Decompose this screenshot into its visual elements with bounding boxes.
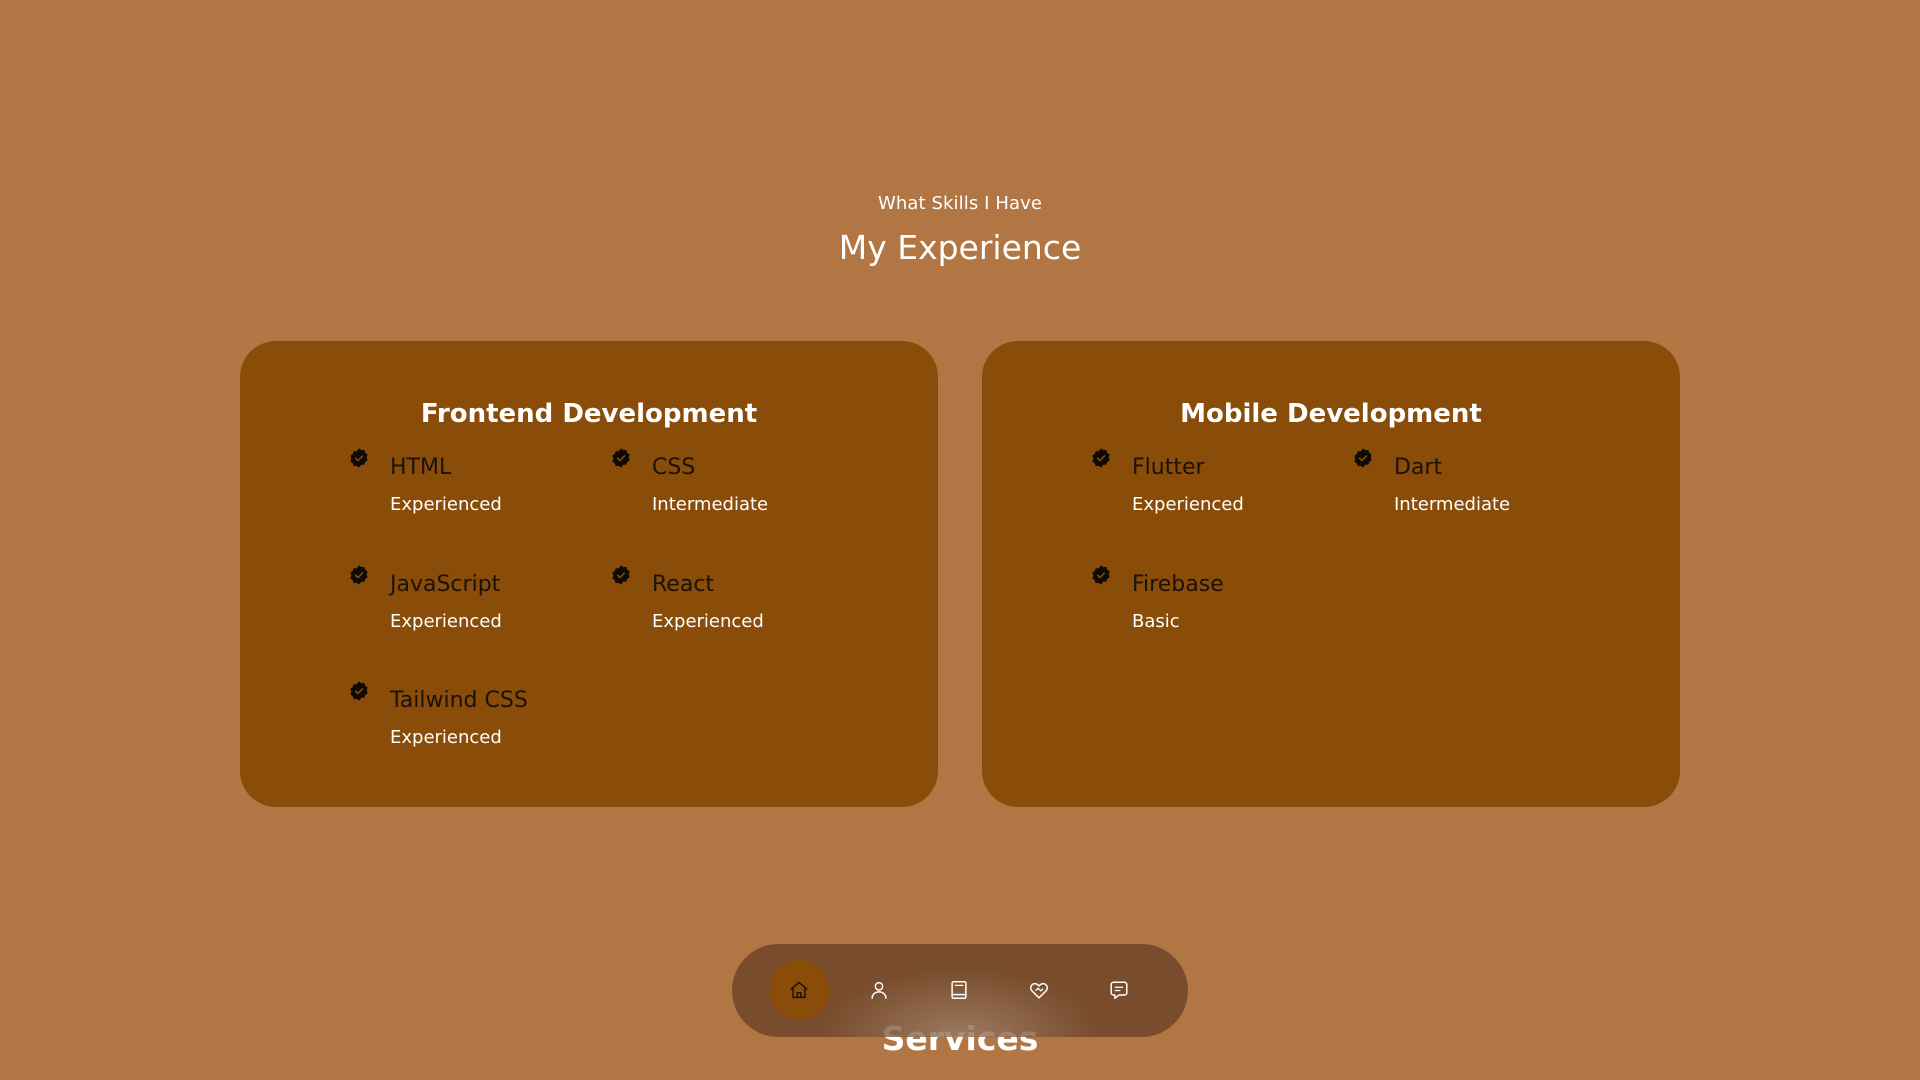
skill-item: CSS Intermediate bbox=[610, 447, 850, 517]
skill-level: Intermediate bbox=[652, 494, 769, 515]
user-icon bbox=[871, 981, 887, 999]
skill-name: Dart bbox=[1394, 455, 1443, 480]
verified-badge-icon bbox=[350, 448, 368, 468]
nav-experience-button[interactable] bbox=[929, 960, 989, 1020]
section-title: My Experience bbox=[838, 228, 1082, 267]
home-icon bbox=[790, 981, 808, 999]
skill-name: JavaScript bbox=[390, 572, 501, 597]
skill-item: Dart Intermediate bbox=[1352, 447, 1592, 517]
skill-level: Experienced bbox=[390, 611, 502, 632]
bottom-nav bbox=[732, 944, 1188, 1037]
nav-services-button[interactable] bbox=[1009, 960, 1069, 1020]
skill-level: Experienced bbox=[390, 494, 502, 515]
nav-about-button[interactable] bbox=[849, 960, 909, 1020]
handshake-icon bbox=[1030, 982, 1048, 999]
message-icon bbox=[1110, 981, 1128, 999]
skill-name: React bbox=[652, 572, 715, 597]
verified-badge-icon bbox=[612, 448, 630, 468]
nav-contact-button[interactable] bbox=[1089, 960, 1149, 1020]
nav-home-button[interactable] bbox=[769, 960, 829, 1020]
skill-item: Firebase Basic bbox=[1090, 564, 1330, 634]
card-title: Frontend Development bbox=[420, 399, 758, 429]
skill-item: Flutter Experienced bbox=[1090, 447, 1330, 517]
section-eyebrow: What Skills I Have bbox=[877, 193, 1043, 214]
verified-badge-icon bbox=[1092, 565, 1110, 585]
skill-level: Experienced bbox=[390, 727, 502, 748]
skill-level: Basic bbox=[1132, 611, 1180, 632]
mobile-card: Mobile Development Flutter Experienced D… bbox=[982, 341, 1680, 807]
skill-item: JavaScript Experienced bbox=[348, 564, 588, 634]
skill-name: Tailwind CSS bbox=[390, 688, 528, 713]
skill-level: Intermediate bbox=[1394, 494, 1511, 515]
skill-name: HTML bbox=[390, 455, 452, 480]
book-icon bbox=[951, 981, 967, 999]
skill-name: CSS bbox=[652, 455, 696, 480]
verified-badge-icon bbox=[1092, 448, 1110, 468]
frontend-card: Frontend Development HTML Experienced CS… bbox=[240, 341, 938, 807]
skill-item: HTML Experienced bbox=[348, 447, 588, 517]
card-title: Mobile Development bbox=[1180, 399, 1482, 429]
verified-badge-icon bbox=[350, 565, 368, 585]
verified-badge-icon bbox=[612, 565, 630, 585]
skill-level: Experienced bbox=[652, 611, 764, 632]
skill-item: Tailwind CSS Experienced bbox=[348, 680, 588, 750]
verified-badge-icon bbox=[350, 681, 368, 701]
skill-level: Experienced bbox=[1132, 494, 1244, 515]
skill-name: Flutter bbox=[1132, 455, 1205, 480]
skill-name: Firebase bbox=[1132, 572, 1224, 597]
verified-badge-icon bbox=[1354, 448, 1372, 468]
skill-item: React Experienced bbox=[610, 564, 850, 634]
